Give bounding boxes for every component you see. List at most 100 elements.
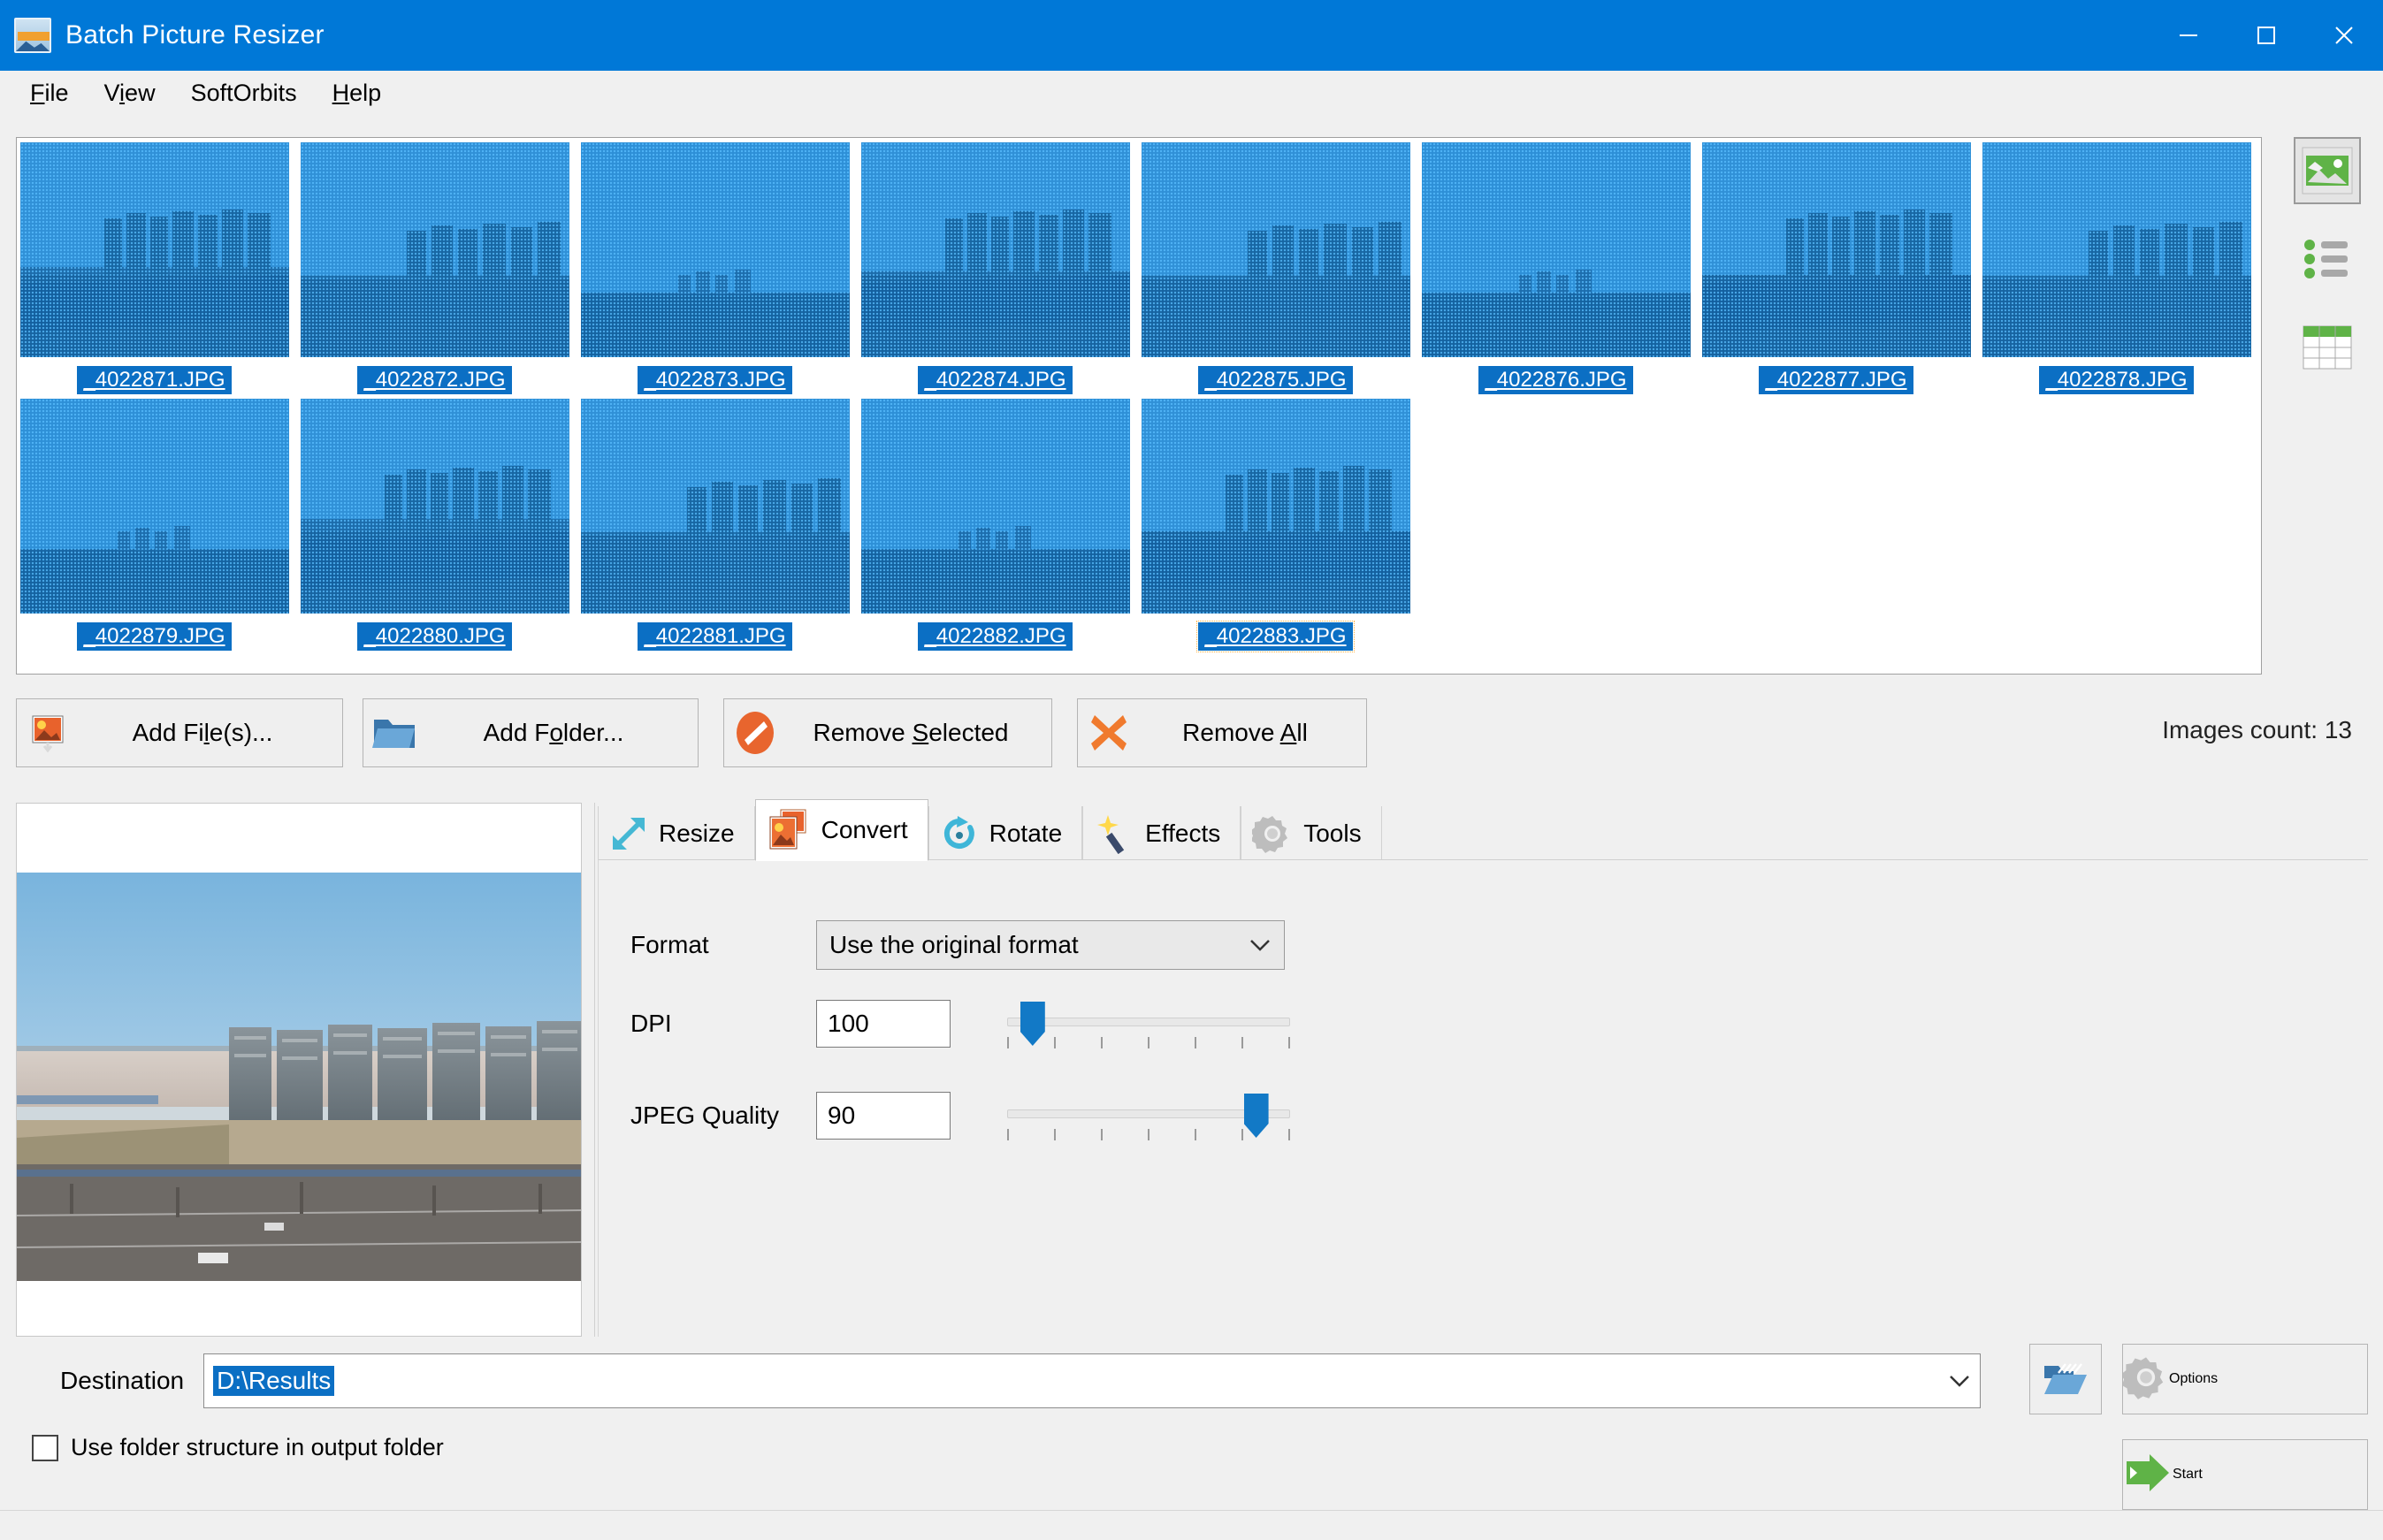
start-button[interactable]: Start bbox=[2122, 1439, 2368, 1510]
add-folder-label: Add Folder... bbox=[483, 719, 624, 746]
thumbnail-item[interactable]: _4022880.JPG bbox=[297, 394, 572, 651]
add-files-button[interactable]: Add File(s)... bbox=[16, 698, 343, 767]
list-view-button[interactable] bbox=[2294, 225, 2361, 293]
tab-convert[interactable]: Convert bbox=[754, 799, 928, 861]
thumbnail-item[interactable]: _4022874.JPG bbox=[858, 138, 1133, 394]
maximize-button[interactable] bbox=[2227, 0, 2305, 71]
remove-selected-label: Remove Selected bbox=[813, 719, 1009, 746]
selection-dither bbox=[19, 399, 289, 614]
details-view-button[interactable] bbox=[2294, 314, 2361, 381]
minimize-button[interactable] bbox=[2150, 0, 2227, 71]
thumbnail-image[interactable] bbox=[19, 142, 289, 357]
thumbnail-item[interactable]: _4022882.JPG bbox=[858, 394, 1133, 651]
dpi-value: 100 bbox=[828, 1010, 869, 1037]
dpi-slider[interactable] bbox=[1007, 1000, 1290, 1048]
thumbnail-image[interactable] bbox=[1701, 142, 1971, 357]
gear-icon bbox=[1252, 816, 1288, 853]
dpi-input[interactable]: 100 bbox=[816, 1000, 951, 1048]
tab-tools[interactable]: Tools bbox=[1241, 806, 1382, 861]
thumbnail-item[interactable]: _4022873.JPG bbox=[577, 138, 852, 394]
thumbnail-image[interactable] bbox=[19, 399, 289, 614]
tab-resize[interactable]: Resize bbox=[598, 806, 755, 861]
image-thumbnail-list[interactable]: _4022871.JPG _4022872.JPG _4022873.JPG _… bbox=[16, 137, 2262, 675]
format-row: Format Use the original format bbox=[630, 920, 1285, 970]
remove-selected-button[interactable]: Remove Selected bbox=[723, 698, 1052, 767]
jpeg-quality-input[interactable]: 90 bbox=[816, 1092, 951, 1140]
thumbnail-view-button[interactable] bbox=[2294, 137, 2361, 204]
thumbnail-filename: _4022877.JPG bbox=[1759, 366, 1913, 394]
thumbnail-image[interactable] bbox=[860, 399, 1130, 614]
thumbnail-item[interactable]: _4022871.JPG bbox=[17, 138, 292, 394]
panel-divider bbox=[594, 803, 595, 1337]
thumbnail-item[interactable]: _4022878.JPG bbox=[1979, 138, 2254, 394]
add-folder-button[interactable]: Add Folder... bbox=[363, 698, 699, 767]
selection-dither bbox=[860, 142, 1130, 357]
thumbnail-item[interactable]: _4022876.JPG bbox=[1418, 138, 1693, 394]
chevron-down-icon bbox=[1950, 1376, 1969, 1387]
selection-dither bbox=[580, 399, 850, 614]
destination-combobox[interactable]: D:\Results bbox=[203, 1353, 1982, 1408]
thumbnail-image[interactable] bbox=[580, 142, 850, 357]
thumbnail-image[interactable] bbox=[1982, 142, 2251, 357]
selection-dither bbox=[1421, 142, 1691, 357]
selection-dither bbox=[1701, 142, 1971, 357]
menu-bar: File View SoftOrbits Help bbox=[0, 71, 2383, 115]
view-mode-toolbar bbox=[2287, 137, 2368, 402]
menu-help[interactable]: Help bbox=[315, 76, 400, 111]
close-button[interactable] bbox=[2305, 0, 2383, 71]
images-count-label: Images count: 13 bbox=[2162, 716, 2352, 743]
use-folder-structure-checkbox-row[interactable]: Use folder structure in output folder bbox=[32, 1434, 444, 1461]
selection-dither bbox=[300, 142, 569, 357]
thumbnail-item[interactable]: _4022879.JPG bbox=[17, 394, 292, 651]
selection-dither bbox=[1141, 399, 1410, 614]
thumbnail-filename: _4022874.JPG bbox=[918, 366, 1073, 394]
resize-arrow-icon bbox=[613, 818, 645, 850]
selection-dither bbox=[300, 399, 569, 614]
window-controls bbox=[2150, 0, 2383, 71]
selection-dither bbox=[860, 399, 1130, 614]
list-icon bbox=[2304, 240, 2348, 278]
use-folder-structure-checkbox[interactable] bbox=[32, 1434, 58, 1461]
add-files-label: Add File(s)... bbox=[132, 719, 273, 746]
thumbnail-row-2: _4022879.JPG _4022880.JPG _4022881.JPG _… bbox=[17, 394, 2261, 652]
jpeg-quality-slider[interactable] bbox=[1007, 1092, 1290, 1140]
tab-bar: Resize Convert Rotate Effects Tools bbox=[598, 799, 1482, 861]
menu-softorbits[interactable]: SoftOrbits bbox=[173, 76, 315, 111]
jpeg-quality-row: JPEG Quality 90 bbox=[630, 1092, 1290, 1140]
thumbnail-item[interactable]: _4022872.JPG bbox=[297, 138, 572, 394]
thumbnail-image[interactable] bbox=[1421, 142, 1691, 357]
thumbnail-image[interactable] bbox=[1141, 399, 1410, 614]
tab-effects-label: Effects bbox=[1145, 820, 1221, 847]
browse-destination-button[interactable] bbox=[2029, 1344, 2102, 1414]
destination-label: Destination bbox=[60, 1367, 185, 1394]
thumbnail-item[interactable]: _4022881.JPG bbox=[577, 394, 852, 651]
selection-dither bbox=[1141, 142, 1410, 357]
red-x-icon bbox=[1078, 712, 1140, 754]
tab-rotate[interactable]: Rotate bbox=[928, 806, 1083, 861]
options-label: Options bbox=[2169, 1371, 2219, 1386]
file-action-toolbar: Add File(s)... Add Folder... Remove Sele… bbox=[16, 698, 2368, 769]
preview-photo bbox=[17, 873, 581, 1281]
remove-all-button[interactable]: Remove All bbox=[1077, 698, 1367, 767]
tab-effects[interactable]: Effects bbox=[1082, 806, 1241, 861]
thumbnail-filename: _4022881.JPG bbox=[638, 622, 792, 651]
options-button[interactable]: Options bbox=[2120, 1344, 2368, 1414]
thumbnail-image[interactable] bbox=[300, 142, 569, 357]
thumbnail-image[interactable] bbox=[860, 142, 1130, 357]
rotate-icon bbox=[943, 816, 974, 849]
thumbnail-item[interactable]: _4022875.JPG bbox=[1138, 138, 1413, 394]
thumbnail-image[interactable] bbox=[300, 399, 569, 614]
thumbnail-filename: _4022873.JPG bbox=[638, 366, 792, 394]
status-bar bbox=[0, 1510, 2383, 1540]
dpi-slider-track bbox=[1007, 1018, 1290, 1026]
thumbnail-image[interactable] bbox=[580, 399, 850, 614]
thumbnail-item[interactable]: _4022883.JPG bbox=[1138, 394, 1413, 652]
menu-file[interactable]: File bbox=[12, 76, 87, 111]
menu-view[interactable]: View bbox=[87, 76, 173, 111]
thumbnail-item[interactable]: _4022877.JPG bbox=[1699, 138, 1974, 394]
format-select[interactable]: Use the original format bbox=[816, 920, 1285, 970]
convert-images-icon bbox=[769, 809, 806, 850]
add-picture-icon bbox=[17, 713, 79, 753]
thumbnail-image[interactable] bbox=[1141, 142, 1410, 357]
image-preview-panel bbox=[16, 803, 582, 1337]
